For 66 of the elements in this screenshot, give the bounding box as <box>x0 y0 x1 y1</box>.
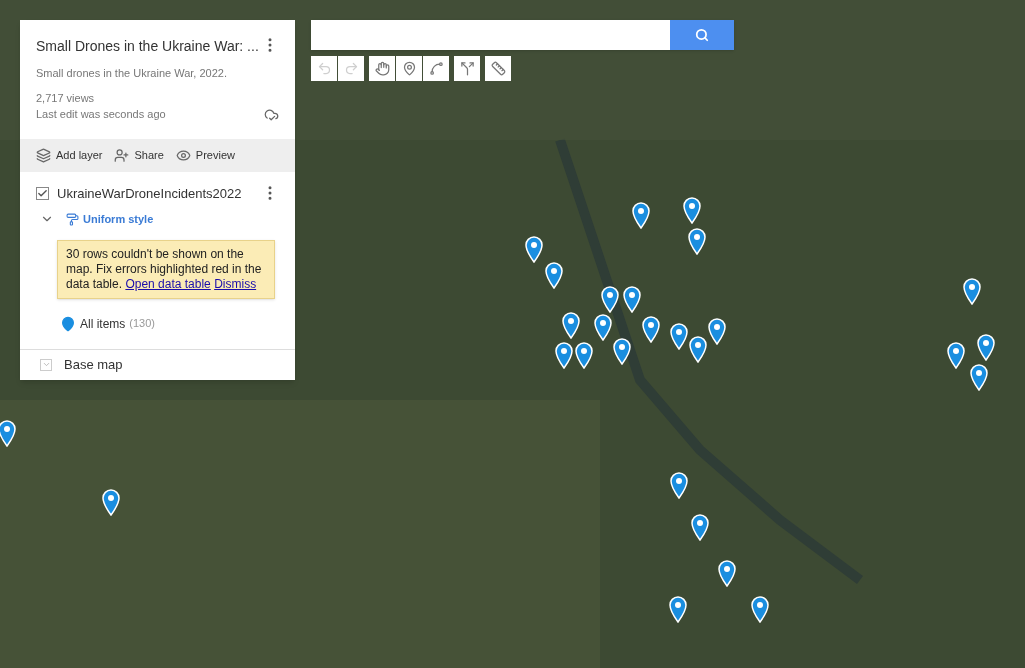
map-pin-icon[interactable] <box>0 420 16 447</box>
ruler-tool-button[interactable] <box>485 56 511 81</box>
view-count: 2,717 views <box>36 90 96 106</box>
search-button[interactable] <box>670 20 734 50</box>
map-pin-icon[interactable] <box>689 336 707 363</box>
map-pin-icon[interactable] <box>545 262 563 289</box>
marker-tool-button[interactable] <box>396 56 422 81</box>
share-action-button[interactable]: Share <box>114 146 164 164</box>
map-pin-icon[interactable] <box>670 472 688 499</box>
map-title[interactable]: Small Drones in the Ukraine War: ... <box>36 36 259 57</box>
cloud-saved-icon <box>264 106 279 122</box>
base-map-toggle[interactable] <box>40 358 52 371</box>
search-field[interactable] <box>311 20 670 50</box>
item-count: (130) <box>129 316 156 332</box>
layer-name[interactable]: UkraineWarDroneIncidents2022 <box>57 183 242 203</box>
layer-checkbox[interactable] <box>36 186 49 200</box>
redo-icon <box>343 61 359 76</box>
map-pin-icon[interactable] <box>683 197 701 224</box>
undo-icon <box>316 61 332 76</box>
map-pin-icon[interactable] <box>669 596 687 623</box>
map-pin-icon[interactable] <box>708 318 726 345</box>
preview-action-button[interactable]: Preview <box>175 146 235 164</box>
uniform-style-button[interactable]: Uniform style <box>66 211 154 228</box>
map-pin-icon[interactable] <box>575 342 593 369</box>
search-icon <box>695 28 709 42</box>
map-pin-icon[interactable] <box>691 514 709 541</box>
marker-icon <box>60 315 76 332</box>
map-pin-icon[interactable] <box>555 342 573 369</box>
map-pin-icon[interactable] <box>613 338 631 365</box>
map-pin-icon[interactable] <box>970 364 988 391</box>
caret-icon <box>41 360 51 369</box>
map-pin-icon[interactable] <box>525 236 543 263</box>
map-pin-icon[interactable] <box>977 334 995 361</box>
map-description: Small drones in the Ukraine War, 2022. <box>36 66 228 81</box>
paint-roller-icon <box>66 212 79 226</box>
map-pin-icon[interactable] <box>601 286 619 313</box>
layer-icon <box>36 147 51 163</box>
map-pin-icon[interactable] <box>642 316 660 343</box>
share-icon <box>114 147 130 163</box>
map-pin-icon[interactable] <box>594 314 612 341</box>
warning-link[interactable]: Dismiss <box>214 276 257 291</box>
map-pin-icon[interactable] <box>947 342 965 369</box>
ruler-icon <box>490 61 506 76</box>
warning-message: 30 rows couldn't be shown on the map. Fix errors highlighted red in the data table. Open data table Dismiss <box>57 239 275 299</box>
map-pin-icon[interactable] <box>623 286 641 313</box>
route-tool-button[interactable] <box>454 56 480 81</box>
map-pin-icon[interactable] <box>562 312 580 339</box>
map-pin-icon[interactable] <box>963 278 981 305</box>
map-pin-icon[interactable] <box>718 560 736 587</box>
hand-icon <box>374 61 390 76</box>
map-pin-icon[interactable] <box>670 323 688 350</box>
map-pin-icon[interactable] <box>632 202 650 229</box>
hand-tool-button[interactable] <box>369 56 395 81</box>
preview-icon <box>175 147 191 163</box>
line-icon <box>428 61 444 76</box>
base-map-label[interactable]: Base map <box>64 354 123 375</box>
layer-action-button[interactable]: Add layer <box>36 146 103 164</box>
marker-icon <box>401 61 417 76</box>
all-items-label[interactable]: All items <box>80 314 126 333</box>
warning-link[interactable]: Open data table <box>125 276 211 291</box>
route-icon <box>459 61 475 76</box>
map-pin-icon[interactable] <box>688 228 706 255</box>
map-pin-icon[interactable] <box>751 596 769 623</box>
map-pin-icon[interactable] <box>102 489 120 516</box>
line-tool-button[interactable] <box>423 56 449 81</box>
last-edit-status: Last edit was seconds ago <box>36 107 166 122</box>
